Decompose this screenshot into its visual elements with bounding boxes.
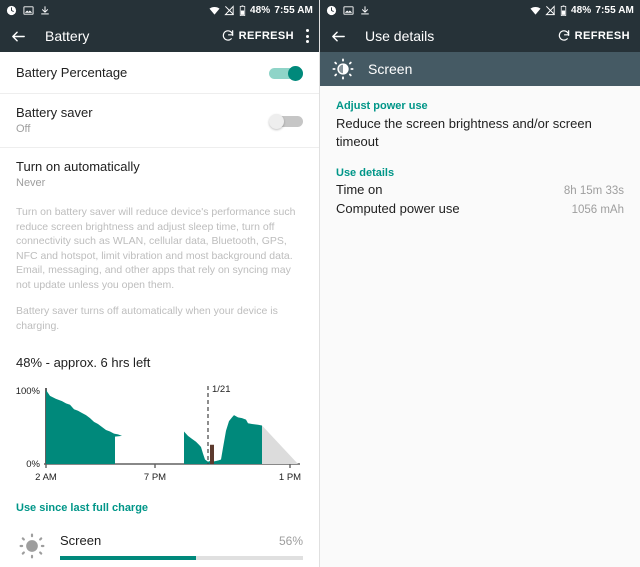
row-title: Battery saver <box>16 105 93 120</box>
row-turn-on-automatically[interactable]: Turn on automatically Never <box>0 148 319 201</box>
usage-section: Use since last full charge Screen 56% <box>0 492 319 567</box>
status-bar-left: 48% 7:55 AM <box>0 0 319 20</box>
download-icon <box>361 5 369 14</box>
use-details-content: Adjust power use Reduce the screen brigh… <box>320 86 640 216</box>
use-details-app-bar: Use details REFRESH <box>320 20 640 52</box>
usage-item-name: Screen <box>60 533 102 548</box>
refresh-icon <box>222 30 233 41</box>
battery-icon <box>560 4 567 16</box>
svg-text:100%: 100% <box>16 386 41 397</box>
chart-title: 48% - approx. 6 hrs left <box>16 355 151 370</box>
use-details-label: Use details <box>336 167 395 179</box>
back-arrow-icon[interactable] <box>330 28 347 45</box>
battery-level-graph: 100% 0% 1/21 2 AM 7 PM 1 PM <box>16 384 301 483</box>
download-icon <box>41 5 49 14</box>
back-arrow-icon[interactable] <box>10 28 27 45</box>
row-subtitle: Off <box>16 123 31 135</box>
wifi-icon <box>209 6 220 15</box>
photo-icon <box>343 5 354 15</box>
refresh-icon <box>558 30 569 41</box>
wifi-icon <box>530 6 541 15</box>
alarm-clock-icon <box>326 5 337 15</box>
row-battery-saver[interactable]: Battery saver Off <box>0 94 319 148</box>
row-title: Battery Percentage <box>16 65 128 80</box>
status-icons-left <box>6 5 50 16</box>
usage-item-percent: 56% <box>278 534 303 548</box>
svg-text:1/21: 1/21 <box>212 384 231 395</box>
battery-saver-toggle[interactable] <box>269 113 303 129</box>
battery-icon <box>239 4 246 16</box>
toggle-knob <box>269 113 284 129</box>
brightness-icon <box>16 530 48 562</box>
status-icons-left <box>326 5 370 16</box>
svg-text:7 PM: 7 PM <box>144 472 166 483</box>
app-header-title: Screen <box>368 61 413 77</box>
list-item[interactable]: Screen 56% <box>0 522 319 567</box>
list-item-line: Screen 56% <box>60 533 303 548</box>
alarm-clock-icon <box>6 5 17 15</box>
usage-progress-bar <box>60 556 303 560</box>
svg-text:1 PM: 1 PM <box>279 472 301 483</box>
list-item-body: Screen 56% <box>60 530 303 560</box>
refresh-button[interactable]: REFRESH <box>221 29 294 43</box>
dual-screenshot: 48% 7:55 AM Battery REFRESH Battery Perc… <box>0 0 640 567</box>
battery-saver-description: Turn on battery saver will reduce device… <box>0 201 319 347</box>
battery-settings-card: Battery Percentage Battery saver Off Tur… <box>0 52 319 567</box>
row-text: Turn on automatically Never <box>16 158 303 191</box>
usage-section-header: Use since last full charge <box>16 502 149 514</box>
battery-percentage-toggle[interactable] <box>269 65 303 81</box>
refresh-label: REFRESH <box>238 30 294 42</box>
row-title: Turn on automatically <box>16 159 140 174</box>
detail-key: Computed power use <box>336 201 460 216</box>
adjust-power-use-label: Adjust power use <box>336 100 428 112</box>
app-header-bar: Screen <box>320 52 640 86</box>
battery-app-bar: Battery REFRESH <box>0 20 319 52</box>
detail-row-time-on: Time on 8h 15m 33s <box>336 182 624 197</box>
toggle-knob <box>288 65 303 81</box>
battery-history-chart: 48% - approx. 6 hrs left 100% 0% 1/21 2 AM 7… <box>0 347 319 492</box>
battery-percent-label: 48% <box>249 4 271 16</box>
status-icons-right: 48% 7:55 AM <box>209 5 313 16</box>
battery-percent-label: 48% <box>570 4 592 16</box>
signal-off-icon <box>224 4 234 15</box>
detail-key: Time on <box>336 182 383 197</box>
svg-text:0%: 0% <box>26 459 40 470</box>
svg-text:2 AM: 2 AM <box>35 472 57 483</box>
description-paragraph-1: Turn on battery saver will reduce device… <box>16 206 296 291</box>
row-battery-percentage[interactable]: Battery Percentage <box>0 52 319 94</box>
status-bar-right: 48% 7:55 AM <box>320 0 640 20</box>
row-text: Battery Percentage <box>16 64 269 81</box>
photo-icon <box>23 5 34 15</box>
status-icons-right: 48% 7:55 AM <box>530 5 634 16</box>
row-text: Battery saver Off <box>16 104 269 137</box>
clock-label: 7:55 AM <box>274 4 313 16</box>
overflow-menu-button[interactable] <box>306 29 309 43</box>
refresh-label: REFRESH <box>574 30 630 42</box>
refresh-button[interactable]: REFRESH <box>557 29 630 43</box>
row-subtitle: Never <box>16 177 46 189</box>
clock-label: 7:55 AM <box>595 4 634 16</box>
page-title: Battery <box>45 28 90 44</box>
use-details-panel: 48% 7:55 AM Use details REFRESH Screen A… <box>320 0 640 567</box>
page-title: Use details <box>365 28 435 44</box>
usage-progress-fill <box>60 556 197 560</box>
detail-row-computed-power-use: Computed power use 1056 mAh <box>336 201 624 216</box>
detail-value: 8h 15m 33s <box>563 185 624 197</box>
adjust-power-use-text: Reduce the screen brightness and/or scre… <box>336 116 592 149</box>
description-paragraph-2: Battery saver turns off automatically wh… <box>16 305 278 332</box>
detail-value: 1056 mAh <box>571 204 624 216</box>
signal-off-icon <box>545 4 555 15</box>
brightness-icon <box>332 58 354 80</box>
battery-settings-panel: 48% 7:55 AM Battery REFRESH Battery Perc… <box>0 0 320 567</box>
